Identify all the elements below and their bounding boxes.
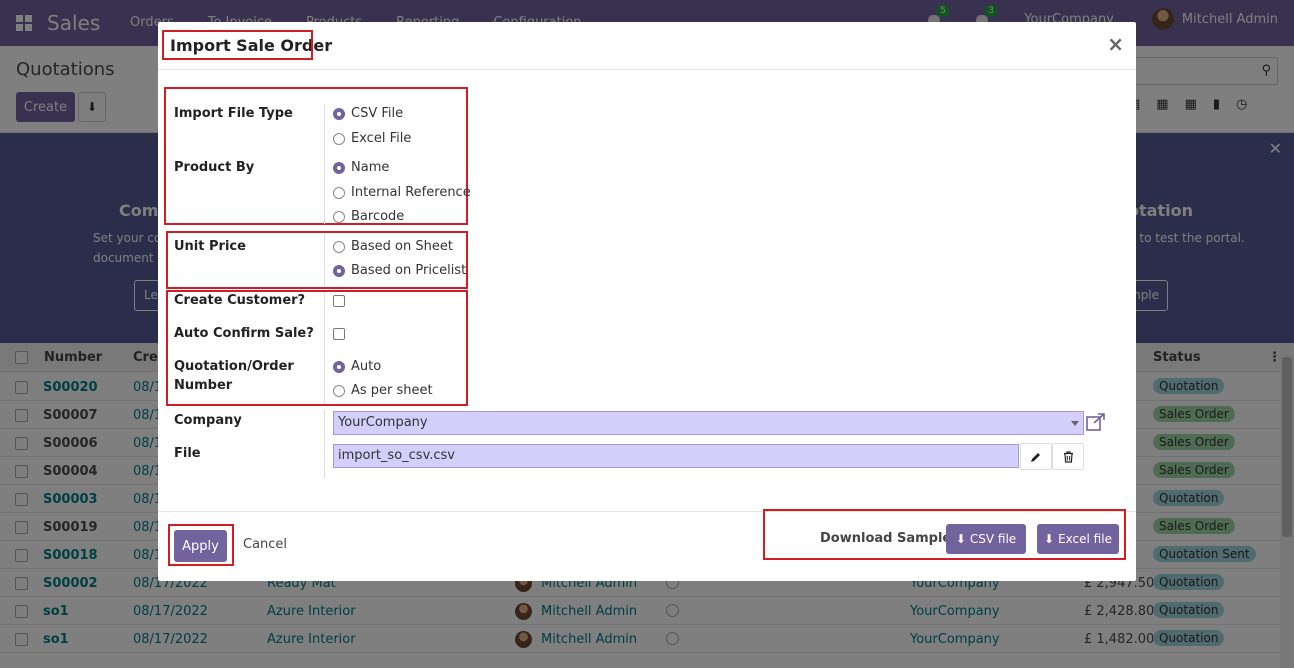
download-icon: ⬇ (1044, 532, 1055, 546)
import-sale-order-dialog: Import Sale Order × Import File Type CSV… (158, 22, 1136, 581)
csv-sample-button[interactable]: ⬇ CSV file (946, 524, 1026, 554)
auto-confirm-label: Auto Confirm Sale? (174, 326, 314, 341)
radio-number-auto[interactable]: Auto (333, 359, 381, 374)
download-icon: ⬇ (955, 532, 966, 546)
radio-based-on-pricelist[interactable]: Based on Pricelist (333, 263, 466, 278)
import-file-type-label: Import File Type (174, 106, 293, 121)
radio-internal-reference[interactable]: Internal Reference (333, 185, 471, 200)
unit-price-label: Unit Price (174, 239, 246, 254)
radio-product-name[interactable]: Name (333, 160, 389, 175)
file-input[interactable]: import_so_csv.csv (333, 444, 1019, 468)
download-sample-label: Download Sample: (820, 531, 957, 546)
file-label: File (174, 446, 201, 461)
cancel-button[interactable]: Cancel (243, 537, 287, 552)
company-select[interactable]: YourCompany (333, 411, 1084, 435)
close-icon[interactable]: × (1107, 32, 1124, 56)
pencil-icon (1031, 452, 1040, 462)
radio-based-on-sheet[interactable]: Based on Sheet (333, 239, 453, 254)
product-by-label: Product By (174, 160, 255, 175)
auto-confirm-checkbox[interactable] (333, 328, 345, 340)
create-customer-label: Create Customer? (174, 293, 306, 308)
edit-file-button[interactable] (1020, 443, 1052, 470)
company-label: Company (174, 413, 242, 428)
radio-number-per-sheet[interactable]: As per sheet (333, 383, 433, 398)
quotation-number-label: Quotation/Order Number (174, 359, 294, 393)
chevron-down-icon[interactable] (1071, 421, 1079, 426)
delete-file-button[interactable] (1052, 443, 1084, 470)
external-link-icon[interactable] (1086, 413, 1106, 431)
trash-icon (1063, 450, 1073, 463)
title-highlight (162, 30, 313, 60)
radio-barcode[interactable]: Barcode (333, 209, 404, 224)
apply-button[interactable]: Apply (174, 530, 227, 562)
radio-excel-file[interactable]: Excel File (333, 131, 411, 146)
radio-csv-file[interactable]: CSV File (333, 106, 403, 121)
dialog-footer: Apply Cancel Download Sample: ⬇ CSV file … (158, 509, 1136, 581)
create-customer-checkbox[interactable] (333, 295, 345, 307)
excel-sample-button[interactable]: ⬇ Excel file (1037, 524, 1119, 554)
